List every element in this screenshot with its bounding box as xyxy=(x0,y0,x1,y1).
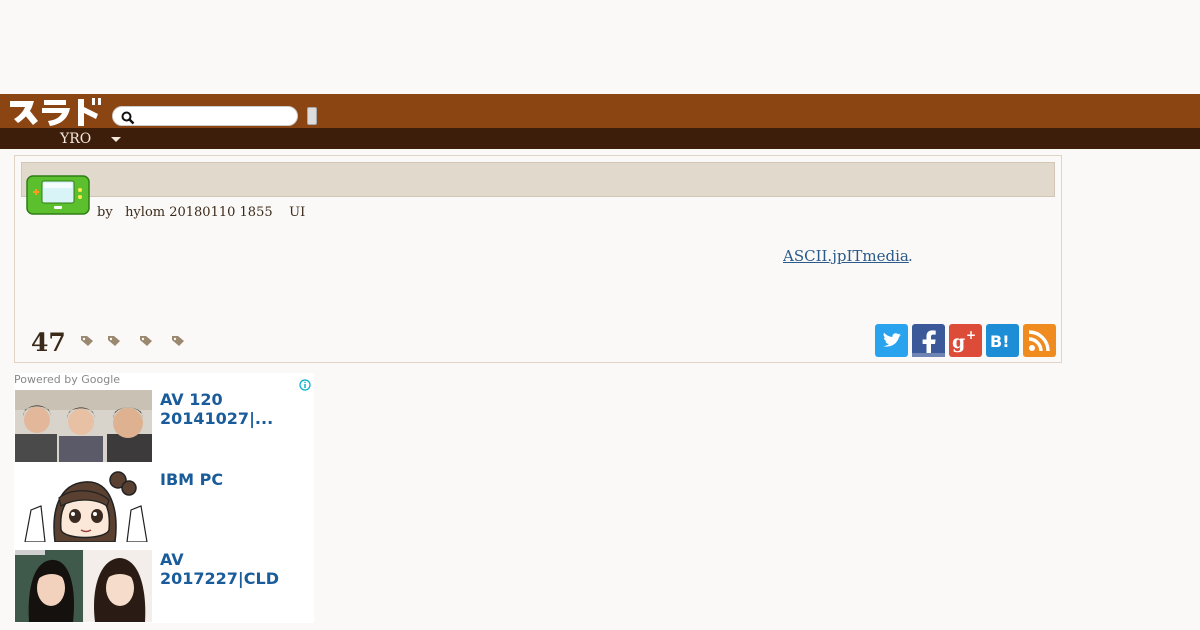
ad-thumbnail[interactable] xyxy=(15,550,152,622)
ad-title-line: 2017227|CLD xyxy=(160,569,279,588)
section-selector[interactable]: YRO xyxy=(60,130,91,148)
powered-by-label: Powered by Google xyxy=(14,373,121,386)
chevron-down-icon[interactable] xyxy=(111,137,121,142)
googleplus-share-button[interactable]: g + xyxy=(949,324,982,357)
story-byline: by hylom 20180110 1855 UI xyxy=(97,205,306,220)
ad-title[interactable]: AV 2017227|CLD xyxy=(160,550,279,588)
search-icon xyxy=(121,110,135,125)
story-card: by hylom 20180110 1855 UI ASCII.jpITmedi… xyxy=(14,155,1062,363)
svg-text:+: + xyxy=(966,328,976,342)
facebook-share-button[interactable] xyxy=(912,324,945,357)
search-box[interactable] xyxy=(112,106,298,126)
rss-feed-button[interactable] xyxy=(1023,324,1056,357)
hatena-bookmark-button[interactable]: B! xyxy=(986,324,1019,357)
tag-icon[interactable] xyxy=(139,332,153,346)
tag-icon[interactable] xyxy=(80,332,94,346)
story-title[interactable] xyxy=(21,162,1055,197)
ad-title-line: IBM PC xyxy=(160,470,224,489)
site-logo[interactable] xyxy=(8,97,104,127)
search-input[interactable] xyxy=(139,108,289,124)
svg-text:B!: B! xyxy=(990,332,1010,351)
svg-text:g: g xyxy=(952,331,965,353)
ad-thumbnail[interactable] xyxy=(15,470,152,542)
ad-title-line: 20141027|... xyxy=(160,409,274,428)
source-link[interactable]: ASCII.jpITmedia xyxy=(783,247,909,265)
ad-title[interactable]: AV 120 20141027|... xyxy=(160,390,273,428)
ad-title-line: AV xyxy=(160,550,184,569)
tag-icon[interactable] xyxy=(107,332,121,346)
ad-block: Powered by Google AV 120 20141027|... IB… xyxy=(14,373,314,623)
ad-title-line: AV 120 xyxy=(160,390,223,409)
ad-thumbnail[interactable] xyxy=(15,390,152,462)
twitter-share-button[interactable] xyxy=(875,324,908,357)
search-button[interactable] xyxy=(307,107,317,125)
comment-count[interactable]: 47 xyxy=(31,328,66,357)
tag-icon[interactable] xyxy=(171,332,185,346)
game-topic-icon[interactable] xyxy=(26,175,90,215)
ad-info-icon[interactable] xyxy=(299,376,311,391)
section-bar xyxy=(0,128,1200,149)
ad-title[interactable]: IBM PC xyxy=(160,470,223,489)
source-suffix: . xyxy=(908,247,913,265)
